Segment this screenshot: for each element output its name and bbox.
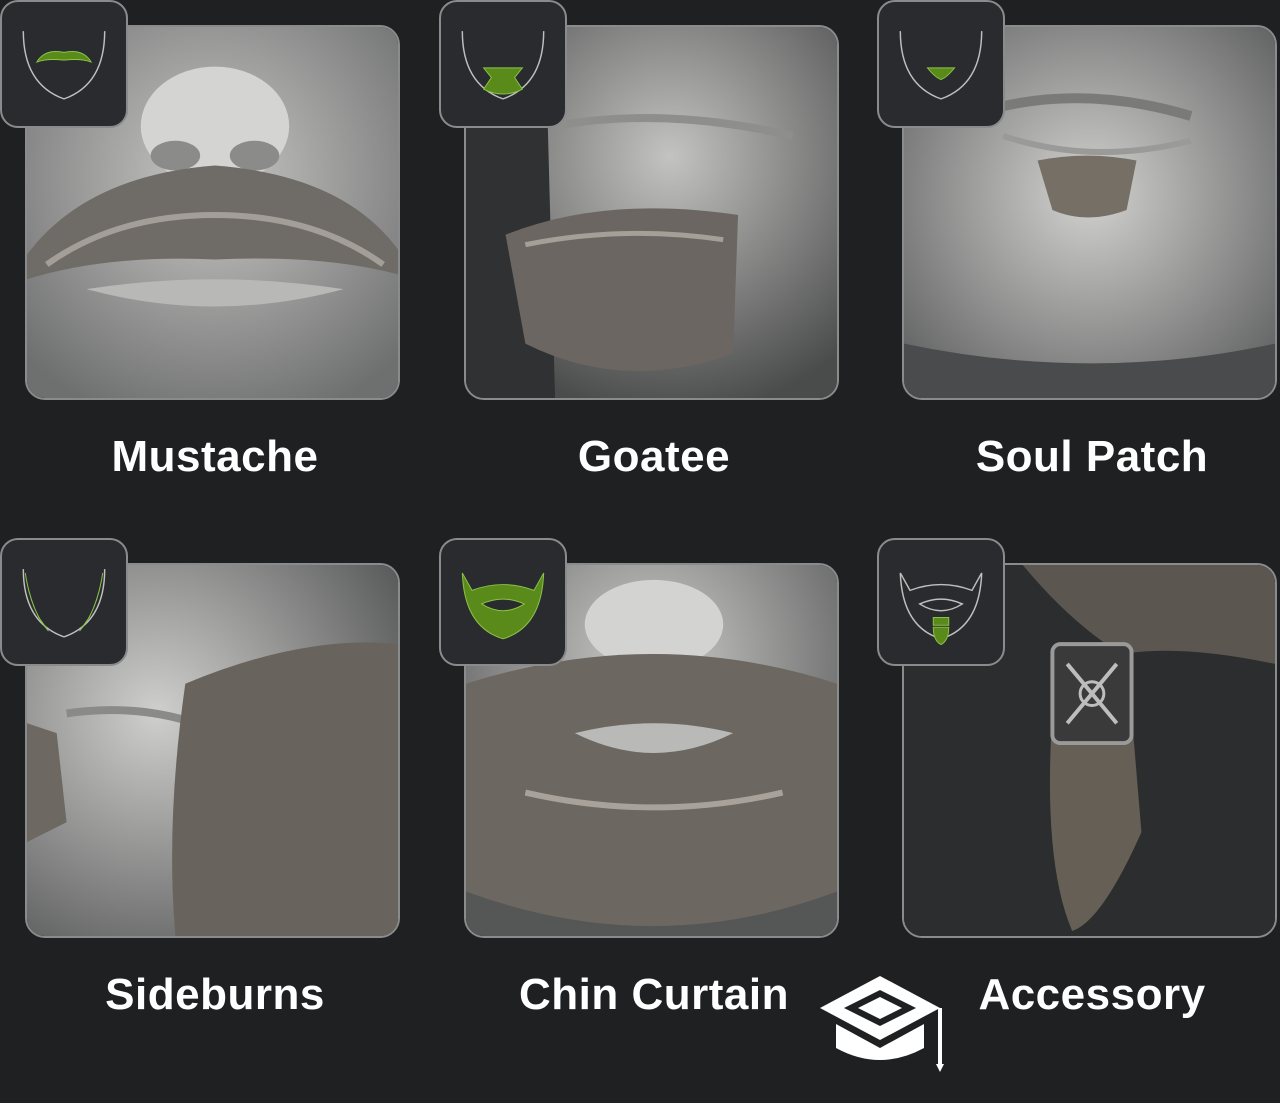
sideburns-icon <box>0 538 128 666</box>
mustache-icon <box>0 0 128 128</box>
style-label: Chin Curtain <box>519 970 789 1019</box>
style-card-chin-curtain[interactable]: Chin Curtain <box>439 538 879 1038</box>
style-card-accessory[interactable]: Accessory <box>877 538 1280 1038</box>
goatee-icon <box>439 0 567 128</box>
graduation-cap-logo-icon <box>812 968 948 1072</box>
style-card-sideburns[interactable]: Sideburns <box>0 538 440 1038</box>
style-label: Goatee <box>577 432 731 481</box>
accessory-icon <box>877 538 1005 666</box>
soul-patch-icon <box>877 0 1005 128</box>
chin-curtain-icon <box>439 538 567 666</box>
style-label: Sideburns <box>105 970 325 1019</box>
style-card-soul-patch[interactable]: Soul Patch <box>877 0 1280 500</box>
style-card-mustache[interactable]: Mustache <box>0 0 440 500</box>
style-card-goatee[interactable]: Goatee <box>439 0 879 500</box>
style-label: Mustache <box>111 432 319 481</box>
style-label: Soul Patch <box>975 432 1209 481</box>
